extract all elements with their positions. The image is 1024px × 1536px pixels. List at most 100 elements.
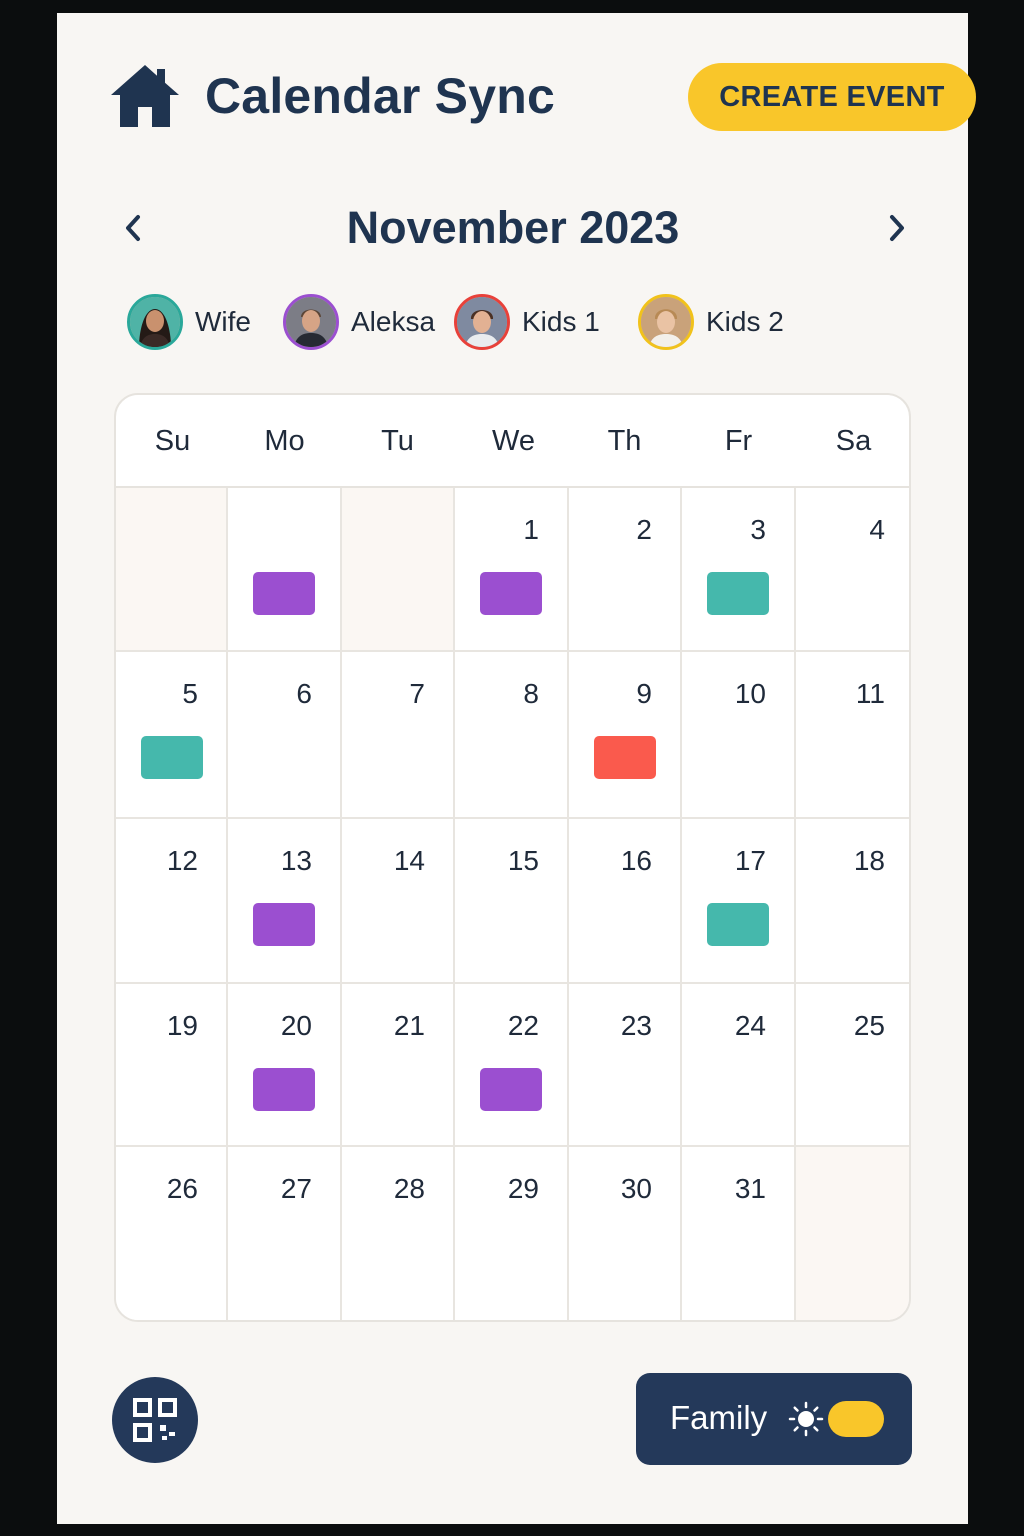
day-number: 11 bbox=[855, 678, 885, 709]
day-number: 13 bbox=[280, 845, 312, 876]
sun-icon bbox=[788, 1401, 824, 1437]
day-number: 7 bbox=[409, 678, 425, 709]
day-cell[interactable]: 17 bbox=[682, 819, 796, 984]
day-cell[interactable]: 19 bbox=[116, 984, 228, 1147]
weekday-label: Mo bbox=[264, 425, 305, 457]
day-cell[interactable]: 3 bbox=[682, 488, 796, 652]
day-cell[interactable]: 24 bbox=[682, 984, 796, 1147]
toggle-switch[interactable] bbox=[828, 1401, 884, 1437]
day-cell[interactable]: 25 bbox=[796, 984, 909, 1147]
day-number: 30 bbox=[620, 1173, 652, 1204]
day-number: 6 bbox=[296, 678, 312, 709]
day-cell[interactable]: 5 bbox=[116, 652, 228, 819]
app-title: Calendar Sync bbox=[205, 68, 555, 124]
day-cell[interactable]: 20 bbox=[228, 984, 342, 1147]
event-block[interactable] bbox=[253, 903, 315, 946]
day-cell[interactable]: 18 bbox=[796, 819, 909, 984]
day-number: 4 bbox=[869, 514, 885, 545]
day-cell[interactable]: 7 bbox=[342, 652, 455, 819]
weekday-label: We bbox=[492, 425, 535, 457]
day-number: 20 bbox=[280, 1010, 312, 1041]
day-number: 21 bbox=[393, 1010, 425, 1041]
day-number: 19 bbox=[166, 1010, 198, 1041]
event-block[interactable] bbox=[594, 736, 656, 779]
avatar bbox=[454, 294, 510, 350]
family-toggle-label: Family bbox=[670, 1399, 768, 1436]
day-cell[interactable]: 11 bbox=[796, 652, 909, 819]
person-photo-icon bbox=[130, 297, 180, 347]
day-number: 23 bbox=[620, 1010, 652, 1041]
event-block[interactable] bbox=[253, 1068, 315, 1111]
event-block[interactable] bbox=[141, 736, 203, 779]
app-screen: Calendar Sync CREATE EVENT November 2023 bbox=[57, 13, 976, 1524]
event-block[interactable] bbox=[480, 1068, 542, 1111]
day-cell[interactable]: 23 bbox=[569, 984, 682, 1147]
avatar bbox=[283, 294, 339, 350]
next-month-button[interactable] bbox=[877, 208, 917, 248]
qr-code-icon bbox=[133, 1398, 177, 1442]
day-cell[interactable]: 14 bbox=[342, 819, 455, 984]
month-calendar: Su Mo Tu We Th Fr Sa 1 2 3 4 5 6 7 8 9 10 11 12 13 14… bbox=[114, 393, 911, 1322]
day-cell[interactable]: 13 bbox=[228, 819, 342, 984]
day-cell[interactable]: 31 bbox=[682, 1147, 796, 1320]
day-cell[interactable]: 2 bbox=[569, 488, 682, 652]
event-block[interactable] bbox=[707, 572, 769, 615]
day-cell[interactable]: 22 bbox=[455, 984, 569, 1147]
event-block[interactable] bbox=[707, 903, 769, 946]
day-cell[interactable]: 12 bbox=[116, 819, 228, 984]
day-cell[interactable]: 30 bbox=[569, 1147, 682, 1320]
header: Calendar Sync CREATE EVENT bbox=[109, 63, 976, 133]
day-number: 27 bbox=[280, 1173, 312, 1204]
day-number: 26 bbox=[166, 1173, 198, 1204]
empty-day-cell bbox=[796, 1147, 909, 1320]
avatar bbox=[638, 294, 694, 350]
day-number: 8 bbox=[523, 678, 539, 709]
day-cell[interactable]: 1 bbox=[455, 488, 569, 652]
day-number: 16 bbox=[620, 845, 652, 876]
day-cell[interactable]: 28 bbox=[342, 1147, 455, 1320]
day-cell[interactable]: 15 bbox=[455, 819, 569, 984]
day-number: 5 bbox=[182, 678, 198, 709]
day-cell[interactable]: 26 bbox=[116, 1147, 228, 1320]
weekday-label: Th bbox=[607, 425, 642, 457]
day-cell[interactable]: 9 bbox=[569, 652, 682, 819]
day-number: 10 bbox=[734, 678, 766, 709]
day-cell[interactable]: 27 bbox=[228, 1147, 342, 1320]
empty-day-cell bbox=[342, 488, 455, 652]
member-wife[interactable]: Wife bbox=[127, 293, 251, 351]
day-number: 9 bbox=[636, 678, 652, 709]
event-block[interactable] bbox=[253, 572, 315, 615]
day-number: 28 bbox=[393, 1173, 425, 1204]
member-name: Aleksa bbox=[351, 306, 436, 337]
person-photo-icon bbox=[457, 297, 507, 347]
day-cell[interactable] bbox=[228, 488, 342, 652]
day-number: 25 bbox=[853, 1010, 885, 1041]
weekday-label: Tu bbox=[381, 425, 414, 457]
weekday-label: Sa bbox=[835, 425, 872, 457]
family-members: Wife Aleksa Kids 1 Kids 2 bbox=[127, 293, 907, 351]
day-cell[interactable]: 6 bbox=[228, 652, 342, 819]
family-mode-toggle[interactable]: Family bbox=[636, 1373, 912, 1465]
day-cell[interactable]: 16 bbox=[569, 819, 682, 984]
day-cell[interactable]: 8 bbox=[455, 652, 569, 819]
member-aleksa[interactable]: Aleksa bbox=[283, 293, 435, 351]
day-number: 1 bbox=[523, 514, 539, 545]
member-kids-2[interactable]: Kids 2 bbox=[638, 293, 784, 351]
person-photo-icon bbox=[641, 297, 691, 347]
month-label: November 2023 bbox=[346, 202, 680, 253]
event-block[interactable] bbox=[480, 572, 542, 615]
member-kids-1[interactable]: Kids 1 bbox=[454, 293, 600, 351]
chevron-right-icon bbox=[890, 215, 904, 241]
weekday-label: Fr bbox=[724, 425, 753, 457]
day-cell[interactable]: 29 bbox=[455, 1147, 569, 1320]
member-name: Kids 1 bbox=[522, 306, 600, 337]
day-number: 14 bbox=[393, 845, 425, 876]
create-event-button[interactable]: CREATE EVENT bbox=[688, 63, 976, 131]
day-cell[interactable]: 4 bbox=[796, 488, 909, 652]
month-navigation: November 2023 bbox=[109, 198, 917, 258]
member-name: Wife bbox=[195, 306, 251, 337]
weekday-label: Su bbox=[154, 425, 191, 457]
qr-code-button[interactable] bbox=[112, 1377, 198, 1463]
day-cell[interactable]: 10 bbox=[682, 652, 796, 819]
day-cell[interactable]: 21 bbox=[342, 984, 455, 1147]
